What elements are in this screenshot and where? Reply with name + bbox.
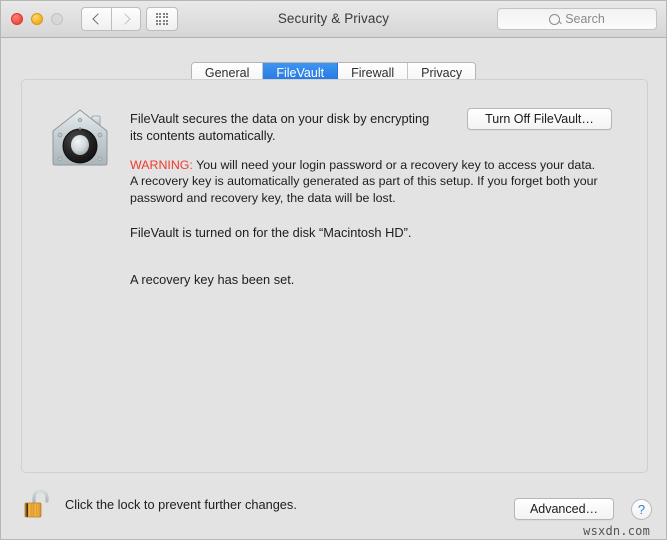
- search-icon: [549, 14, 560, 25]
- turn-off-filevault-label: Turn Off FileVault…: [485, 112, 594, 126]
- filevault-panel: FileVault secures the data on your disk …: [21, 79, 648, 473]
- warning-label: WARNING:: [130, 158, 193, 172]
- lock-row[interactable]: Click the lock to prevent further change…: [23, 487, 297, 521]
- warning-body: You will need your login password or a r…: [130, 158, 598, 205]
- search-placeholder-text: Search: [565, 12, 605, 26]
- unlocked-padlock-icon[interactable]: [23, 487, 53, 521]
- filevault-status-disk: FileVault is turned on for the disk “Mac…: [130, 225, 411, 240]
- security-privacy-window: Security & Privacy Search General FileVa…: [0, 0, 667, 540]
- advanced-button[interactable]: Advanced…: [514, 498, 614, 520]
- filevault-warning-text: WARNING: You will need your login passwo…: [130, 157, 600, 206]
- filevault-status-recovery-key: A recovery key has been set.: [130, 272, 294, 287]
- watermark: wsxdn.com: [583, 524, 650, 538]
- help-button[interactable]: ?: [631, 499, 652, 520]
- help-icon: ?: [638, 502, 645, 517]
- lock-instruction-text: Click the lock to prevent further change…: [65, 497, 297, 512]
- turn-off-filevault-button[interactable]: Turn Off FileVault…: [467, 108, 612, 130]
- filevault-intro-text: FileVault secures the data on your disk …: [130, 110, 430, 144]
- filevault-vault-icon: [48, 106, 112, 170]
- search-input[interactable]: Search: [497, 8, 657, 30]
- advanced-button-label: Advanced…: [530, 502, 598, 516]
- window-titlebar: Security & Privacy Search: [1, 1, 666, 38]
